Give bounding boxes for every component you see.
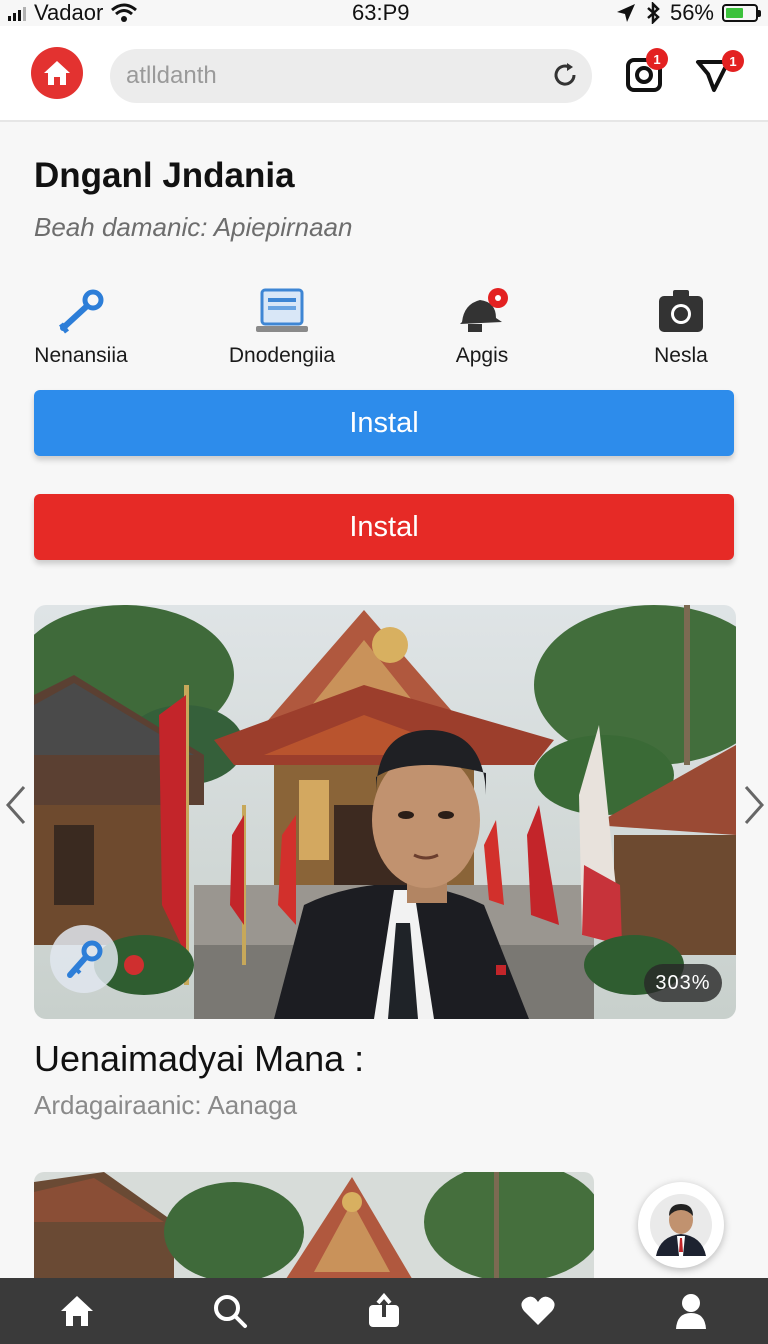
home-icon	[44, 61, 70, 85]
cart-badge: 1	[722, 50, 744, 72]
carousel-next-arrow[interactable]	[740, 783, 768, 827]
nav-favorites[interactable]	[461, 1278, 615, 1344]
battery-percent: 56%	[669, 0, 714, 25]
carousel-image[interactable]	[34, 605, 736, 1019]
page-subtitle: Beah damanic: Apiepirnaan	[34, 212, 353, 242]
second-card-image[interactable]	[34, 1172, 594, 1282]
home-icon	[60, 1296, 93, 1326]
wifi-icon	[111, 3, 138, 22]
refresh-icon[interactable]	[550, 60, 580, 90]
card-subtitle: Ardagairaanic: Aanaga	[34, 1090, 298, 1120]
profile-icon	[676, 1294, 707, 1329]
key-icon	[67, 940, 103, 978]
upload-icon	[368, 1293, 399, 1327]
quick-action-nesla[interactable]: Nesla	[601, 284, 761, 368]
status-bar: Vadaor 63:P9 56%	[0, 0, 768, 26]
temple-photo	[34, 605, 736, 1019]
laptop-icon	[256, 288, 308, 332]
bottom-nav	[0, 1278, 768, 1344]
home-button[interactable]	[31, 47, 83, 99]
nav-profile[interactable]	[614, 1278, 768, 1344]
cart-button[interactable]: 1	[692, 48, 744, 98]
install-button-primary[interactable]: Instal	[34, 390, 734, 456]
clock: 63:P9	[352, 0, 410, 25]
search-bar[interactable]	[110, 49, 592, 103]
page-title: Dnganl Jndania	[34, 156, 295, 195]
key-button[interactable]	[50, 925, 118, 993]
top-header: 1 1	[0, 26, 768, 122]
quick-action-dnodengiia[interactable]: Dnodengiia	[202, 284, 362, 368]
quick-actions: Nenansiia Dnodengiia Apgis Nesla	[0, 284, 768, 374]
temple-photo-2	[34, 1172, 594, 1282]
quick-action-label: Nenansiia	[34, 344, 128, 367]
battery-icon	[722, 4, 761, 22]
quick-action-label: Apgis	[455, 344, 509, 367]
image-counter: 303%	[644, 964, 722, 1002]
app-screen: Vadaor 63:P9 56% 1 1 Dnganl Jndania Bea	[0, 0, 768, 1344]
quick-action-label: Dnodengiia	[228, 344, 336, 367]
search-icon	[214, 1295, 248, 1328]
camera-icon	[659, 290, 703, 332]
install-button-secondary[interactable]: Instal	[34, 494, 734, 560]
search-input[interactable]	[126, 62, 526, 90]
bluetooth-icon	[647, 2, 660, 24]
camera-badge: 1	[646, 48, 668, 70]
location-arrow-icon	[616, 4, 635, 22]
card-title: Uenaimadyai Mana :	[34, 1038, 365, 1079]
heart-icon	[521, 1296, 555, 1325]
nav-home[interactable]	[0, 1278, 154, 1344]
avatar-image	[650, 1194, 712, 1256]
quick-action-label: Nesla	[654, 344, 708, 367]
quick-action-apgis[interactable]: Apgis	[402, 284, 562, 368]
avatar[interactable]	[638, 1182, 724, 1268]
nav-upload[interactable]	[307, 1278, 461, 1344]
nav-search[interactable]	[154, 1278, 308, 1344]
notification-bell-icon	[460, 288, 508, 332]
signal-icon	[8, 5, 26, 21]
carousel-prev-arrow[interactable]	[2, 783, 32, 827]
wrench-icon	[59, 289, 104, 334]
quick-action-nenansiia[interactable]: Nenansiia	[1, 284, 161, 368]
camera-button[interactable]: 1	[620, 48, 670, 98]
carrier-name: Vadaor	[34, 0, 104, 25]
